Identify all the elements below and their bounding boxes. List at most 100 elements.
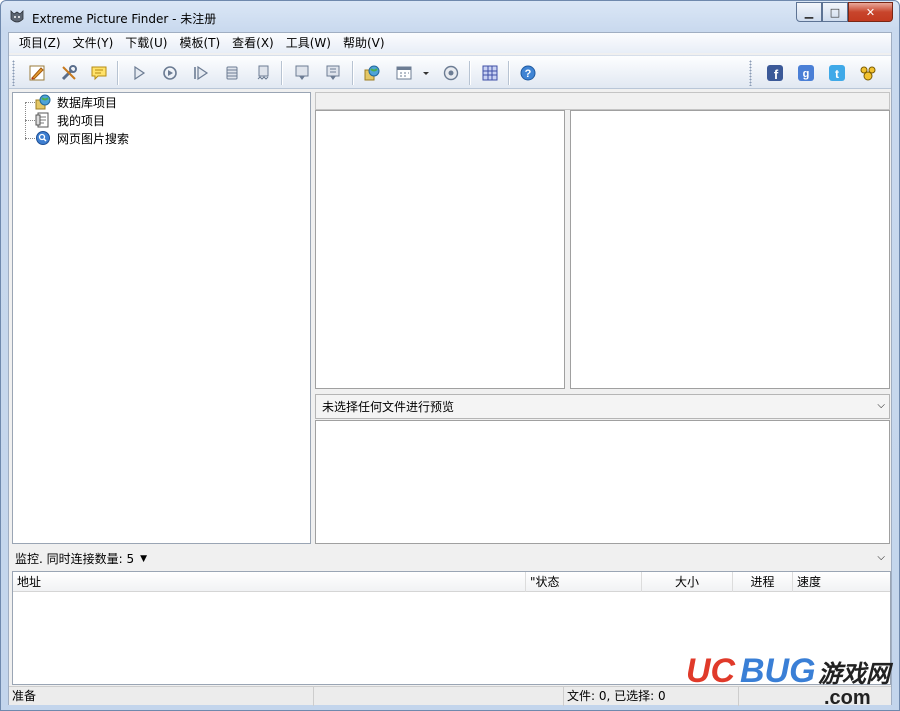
tree-item-my-projects[interactable]: 我的项目 xyxy=(35,111,105,129)
close-icon: ✕ xyxy=(865,5,876,19)
restart-button[interactable] xyxy=(160,63,180,83)
column-progress[interactable]: 进程 xyxy=(733,572,793,592)
column-status[interactable]: "状态 xyxy=(526,572,642,592)
play-icon xyxy=(134,65,146,81)
column-size[interactable]: 大小 xyxy=(642,572,733,592)
toolbar-separator xyxy=(508,61,509,85)
client-area: 项目(Z) 文件(Y) 下载(U) 模板(T) 查看(X) 工具(W) 帮助(V… xyxy=(8,32,892,706)
stop-button[interactable] xyxy=(222,63,242,83)
maximize-button[interactable]: □ xyxy=(822,2,848,22)
toolbar: ? f g t xyxy=(9,55,891,89)
tools-button[interactable] xyxy=(59,63,79,83)
help-icon: ? xyxy=(520,65,536,81)
svg-text:?: ? xyxy=(525,68,532,80)
toolbar-separator xyxy=(117,61,118,85)
status-ready: 准备 xyxy=(9,687,314,706)
google-plus-button[interactable]: g xyxy=(796,63,816,83)
menu-download[interactable]: 下载(U) xyxy=(119,33,173,53)
file-pane[interactable] xyxy=(570,110,890,389)
tree-item-database-projects[interactable]: 数据库项目 xyxy=(35,93,117,111)
twitter-icon: t xyxy=(829,65,845,81)
step-button[interactable] xyxy=(191,63,211,83)
minimize-button[interactable]: ▁ xyxy=(796,2,822,22)
preview-label: 未选择任何文件进行预览 xyxy=(322,400,455,414)
tree-connector xyxy=(25,102,35,103)
comment-button[interactable] xyxy=(89,63,109,83)
settings-button[interactable] xyxy=(441,63,461,83)
download-button[interactable] xyxy=(292,63,312,83)
menu-view[interactable]: 查看(X) xyxy=(226,33,280,53)
toolbar-separator xyxy=(469,61,470,85)
project-tree[interactable]: 数据库项目 我的项目 网页图片搜索 xyxy=(12,92,311,544)
twitter-button[interactable]: t xyxy=(827,63,847,83)
monitor-label: 监控. 同时连接数量: 5 xyxy=(15,552,135,566)
start-button[interactable] xyxy=(129,63,149,83)
help-button[interactable]: ? xyxy=(518,63,538,83)
toolbar-separator xyxy=(352,61,353,85)
close-button[interactable]: ✕ xyxy=(848,2,893,22)
menu-bar: 项目(Z) 文件(Y) 下载(U) 模板(T) 查看(X) 工具(W) 帮助(V… xyxy=(9,33,891,53)
toolbar-grip[interactable] xyxy=(749,60,752,86)
title-bar[interactable]: Extreme Picture Finder - 未注册 ▁ □ ✕ xyxy=(1,1,899,33)
preview-selector[interactable]: 未选择任何文件进行预览 ⌵ xyxy=(315,394,890,419)
stop-all-icon xyxy=(257,65,269,80)
edit-icon xyxy=(29,65,45,81)
tree-item-web-image-search[interactable]: 网页图片搜索 xyxy=(35,129,129,147)
grid-icon xyxy=(482,65,498,81)
document-icon xyxy=(35,112,49,128)
web-button[interactable] xyxy=(362,63,382,83)
tree-item-label: 我的项目 xyxy=(57,113,106,128)
stop-all-button[interactable] xyxy=(253,63,273,83)
step-play-icon xyxy=(194,65,209,81)
svg-text:f: f xyxy=(774,67,779,82)
templates-button[interactable] xyxy=(480,63,500,83)
column-address[interactable]: 地址 xyxy=(13,572,526,592)
chevron-down-icon[interactable]: ⌵ xyxy=(877,552,885,563)
community-button[interactable] xyxy=(858,63,878,83)
column-speed[interactable]: 速度 xyxy=(793,572,890,592)
toolbar-grip[interactable] xyxy=(12,60,15,86)
tree-connector xyxy=(25,103,26,140)
connections-dropdown-icon[interactable]: ▼ xyxy=(140,554,147,564)
calendar-icon xyxy=(396,66,412,80)
download-list-header: 地址 "状态 大小 进程 速度 xyxy=(13,572,890,592)
tree-item-label: 网页图片搜索 xyxy=(57,131,130,146)
chevron-down-icon: ⌵ xyxy=(877,400,885,411)
status-empty xyxy=(314,687,564,706)
menu-project[interactable]: 项目(Z) xyxy=(13,33,67,53)
menu-file[interactable]: 文件(Y) xyxy=(67,33,120,53)
app-logo-icon xyxy=(10,10,24,23)
globe-folder-icon xyxy=(35,94,51,110)
content-area: 未选择任何文件进行预览 ⌵ xyxy=(315,92,890,544)
edit-button[interactable] xyxy=(27,63,47,83)
watermark-brand-a: UC xyxy=(686,652,736,690)
tree-connector xyxy=(25,120,35,121)
facebook-button[interactable]: f xyxy=(765,63,785,83)
app-window: Extreme Picture Finder - 未注册 ▁ □ ✕ 项目(Z)… xyxy=(0,0,900,711)
menu-help[interactable]: 帮助(V) xyxy=(337,33,391,53)
watermark-domain: .com xyxy=(824,687,871,709)
calendar-button[interactable] xyxy=(394,63,414,83)
tools-icon xyxy=(61,65,77,81)
search-globe-icon xyxy=(36,131,50,145)
download-alt-button[interactable] xyxy=(323,63,343,83)
file-list-header xyxy=(315,92,890,110)
stop-icon xyxy=(226,66,238,80)
community-icon xyxy=(860,66,876,81)
window-title: Extreme Picture Finder - 未注册 xyxy=(32,12,217,26)
settings-icon xyxy=(443,65,459,81)
tree-connector xyxy=(25,138,35,139)
svg-text:g: g xyxy=(803,68,810,80)
svg-text:t: t xyxy=(835,67,839,81)
calendar-dropdown[interactable] xyxy=(416,63,436,83)
folder-pane[interactable] xyxy=(315,110,565,389)
menu-tools[interactable]: 工具(W) xyxy=(280,33,337,53)
download-icon xyxy=(295,65,309,80)
globe-icon xyxy=(364,65,380,81)
facebook-icon: f xyxy=(767,65,783,82)
toolbar-separator xyxy=(281,61,282,85)
watermark-brand-b: BUG xyxy=(740,652,816,690)
minimize-icon: ▁ xyxy=(804,5,814,19)
menu-template[interactable]: 模板(T) xyxy=(173,33,226,53)
refresh-play-icon xyxy=(163,66,177,80)
